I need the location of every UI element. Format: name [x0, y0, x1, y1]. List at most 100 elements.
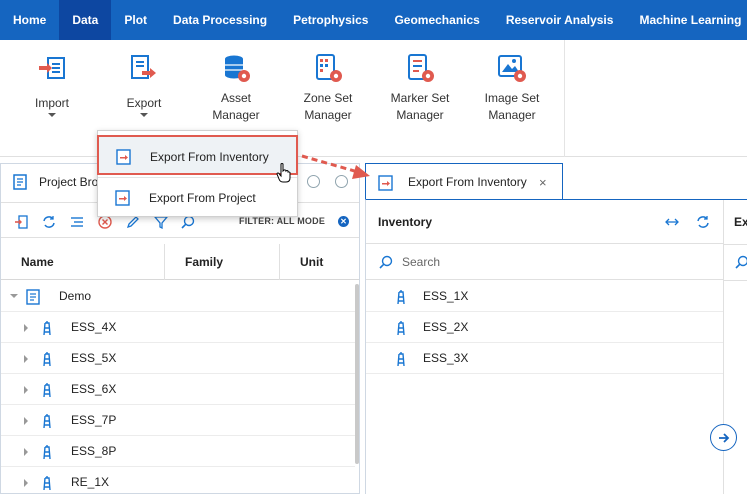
marker-set-manager-button[interactable]: Marker Set Manager [375, 40, 465, 150]
inventory-row-label: ESS_3X [423, 351, 469, 365]
tree-row-project[interactable]: Demo [1, 281, 355, 312]
column-divider [164, 244, 165, 280]
divider [724, 280, 747, 281]
menu-export-from-project[interactable]: Export From Project [98, 178, 297, 218]
ribbon-separator [564, 40, 565, 157]
tab-title: Export From Inventory [408, 175, 527, 189]
hand-cursor-icon [276, 163, 291, 183]
export-label: Export [126, 96, 162, 110]
expand-arrow-icon[interactable] [24, 324, 28, 332]
collapse-arrow-icon[interactable] [10, 294, 18, 298]
column-name[interactable]: Name [21, 244, 54, 280]
expand-arrow-icon[interactable] [24, 355, 28, 363]
main-nav: Home Data Plot Data Processing Petrophys… [0, 0, 747, 40]
import-icon [39, 57, 65, 79]
divider [724, 244, 747, 245]
expand-arrow-icon[interactable] [24, 448, 28, 456]
import-button[interactable]: Import [7, 40, 97, 150]
image-set-manager-button[interactable]: Image Set Manager [467, 40, 557, 150]
clear-filter-icon[interactable]: ✕ [338, 216, 349, 227]
list-icon[interactable] [70, 215, 84, 229]
import-small-icon[interactable] [14, 215, 28, 229]
tab-export-from-inventory[interactable]: Export From Inventory × [365, 163, 563, 200]
well-icon [43, 383, 51, 398]
tree-row-label: ESS_6X [71, 382, 117, 396]
expand-arrow-icon[interactable] [24, 479, 28, 487]
inventory-row-label: ESS_1X [423, 289, 469, 303]
well-icon [43, 445, 51, 460]
expand-horizontal-icon[interactable] [665, 216, 679, 228]
tree-row-well[interactable]: ESS_5X [1, 343, 355, 374]
search-icon [379, 255, 393, 269]
arrow-right-icon [719, 433, 730, 443]
marker-set-gear-icon [408, 54, 434, 82]
nav-plot[interactable]: Plot [111, 0, 160, 40]
image-set-gear-icon [498, 55, 526, 82]
export-doc-icon [116, 149, 131, 165]
well-icon [43, 352, 51, 367]
well-icon [397, 352, 405, 367]
export-dropdown-menu: Export From Inventory Export From Projec… [97, 130, 298, 217]
inventory-row[interactable]: ESS_3X [366, 343, 724, 374]
tree-row-well[interactable]: ESS_8P [1, 436, 355, 467]
menu-item-label: Export From Project [149, 191, 256, 205]
well-icon [397, 321, 405, 336]
column-unit[interactable]: Unit [300, 244, 323, 280]
inventory-row[interactable]: ESS_1X [366, 281, 724, 312]
tree-row-well[interactable]: ESS_6X [1, 374, 355, 405]
menu-item-label: Export From Inventory [150, 150, 269, 164]
database-gear-icon [225, 55, 250, 82]
tree-row-label: ESS_7P [71, 413, 117, 427]
export-caret-icon [140, 113, 148, 117]
refresh-icon[interactable] [42, 215, 56, 229]
zone-set-gear-icon [316, 54, 342, 82]
document-icon [26, 289, 40, 305]
nav-data[interactable]: Data [59, 0, 112, 40]
inventory-header: Inventory [366, 200, 724, 244]
expand-arrow-icon[interactable] [24, 417, 28, 425]
vertical-scrollbar[interactable] [355, 284, 359, 464]
project-browser-table-header: Name Family Unit [1, 244, 359, 280]
search-icon [735, 255, 747, 269]
tree-row-well[interactable]: ESS_4X [1, 312, 355, 343]
tree-row-label: ESS_8P [71, 444, 117, 458]
nav-machine-learning[interactable]: Machine Learning [626, 0, 747, 40]
export-target-title: Ex [734, 215, 747, 229]
nav-petrophysics[interactable]: Petrophysics [280, 0, 381, 40]
inventory-title: Inventory [378, 215, 433, 229]
nav-home[interactable]: Home [0, 0, 59, 40]
well-icon [43, 476, 51, 491]
export-from-inventory-panel: Inventory ESS_1X ESS_2X ESS_3X Ex [365, 199, 747, 494]
tree-row-well[interactable]: ESS_7P [1, 405, 355, 436]
inventory-row-label: ESS_2X [423, 320, 469, 334]
marker-set-manager-label: Marker Set Manager [390, 91, 450, 122]
nav-data-processing[interactable]: Data Processing [160, 0, 280, 40]
zone-set-manager-label: Zone Set Manager [303, 91, 353, 122]
document-icon [13, 174, 27, 190]
image-set-manager-label: Image Set Manager [484, 91, 540, 122]
tree-row-label: RE_1X [71, 475, 110, 489]
refresh-icon[interactable] [696, 215, 710, 229]
well-icon [397, 290, 405, 305]
well-icon [43, 414, 51, 429]
tree-row-label: ESS_5X [71, 351, 117, 365]
tab-close-icon[interactable]: × [539, 164, 547, 201]
expand-arrow-icon[interactable] [24, 386, 28, 394]
column-family[interactable]: Family [185, 244, 223, 280]
inventory-row[interactable]: ESS_2X [366, 312, 724, 343]
project-browser-tab[interactable]: Project Bro [1, 164, 101, 200]
tree-row-label: ESS_4X [71, 320, 117, 334]
inventory-search-bar [366, 244, 724, 280]
move-right-button[interactable] [710, 424, 737, 451]
nav-geomechanics[interactable]: Geomechanics [381, 0, 492, 40]
project-browser-title: Project Bro [39, 175, 99, 189]
import-label: Import [34, 96, 69, 110]
nav-reservoir-analysis[interactable]: Reservoir Analysis [493, 0, 627, 40]
well-icon [43, 321, 51, 336]
column-divider [279, 244, 280, 280]
export-icon [131, 55, 156, 79]
export-doc-icon [115, 190, 130, 206]
inventory-search-input[interactable] [402, 252, 702, 272]
menu-export-from-inventory[interactable]: Export From Inventory [97, 135, 298, 175]
tree-row-well[interactable]: RE_1X [1, 467, 355, 494]
